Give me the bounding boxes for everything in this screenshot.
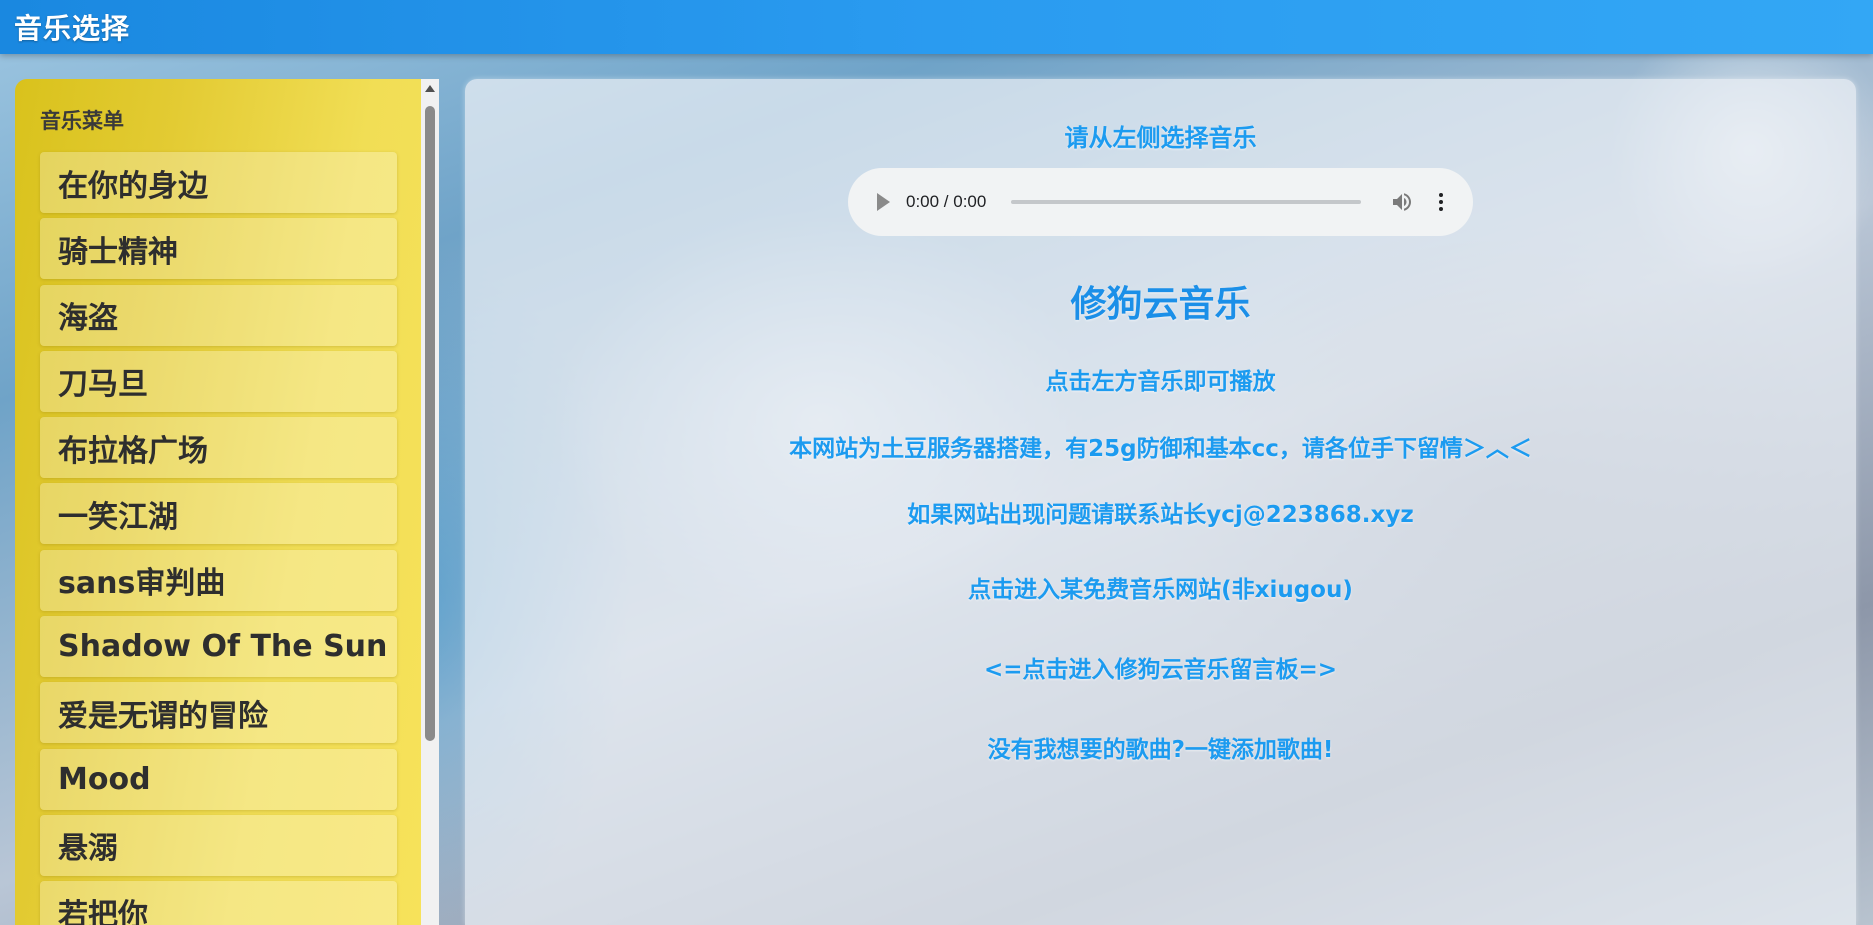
more-options-icon[interactable] xyxy=(1435,190,1447,214)
volume-icon[interactable] xyxy=(1390,190,1414,214)
playback-time: 0:00 / 0:00 xyxy=(906,192,987,211)
song-item[interactable]: 若把你 xyxy=(40,881,397,925)
song-item[interactable]: 一笑江湖 xyxy=(40,483,397,545)
song-item[interactable]: 布拉格广场 xyxy=(40,417,397,479)
free-music-link[interactable]: 点击进入某免费音乐网站(非xiugou) xyxy=(465,570,1856,604)
song-item[interactable]: 骑士精神 xyxy=(40,218,397,280)
song-item[interactable]: Shadow Of The Sun xyxy=(40,616,397,678)
song-item[interactable]: Mood xyxy=(40,748,397,810)
select-music-prompt: 请从左侧选择音乐 xyxy=(1064,124,1257,152)
add-song-link[interactable]: 没有我想要的歌曲?一键添加歌曲! xyxy=(465,730,1856,764)
server-notice-text: 本网站为土豆服务器搭建，有25g防御和基本cc，请各位手下留情＞︿＜ xyxy=(789,436,1532,462)
song-item[interactable]: sans审判曲 xyxy=(40,549,397,611)
song-item[interactable]: 悬溺 xyxy=(40,814,397,876)
site-brand-title: 修狗云音乐 xyxy=(1070,284,1251,325)
sidebar-scrollbar[interactable] xyxy=(421,79,439,925)
contact-text: 如果网站出现问题请联系站长ycj@223868.xyz xyxy=(907,502,1414,528)
song-item[interactable]: 刀马旦 xyxy=(40,350,397,412)
progress-track[interactable] xyxy=(1011,200,1361,204)
play-icon[interactable] xyxy=(877,193,890,211)
scrollbar-thumb[interactable] xyxy=(425,106,435,741)
top-header-bar: 音乐选择 xyxy=(0,0,1873,54)
play-hint-text: 点击左方音乐即可播放 xyxy=(1045,369,1276,395)
song-item[interactable]: 海盗 xyxy=(40,284,397,346)
music-menu-title: 音乐菜单 xyxy=(40,109,124,133)
page-title: 音乐选择 xyxy=(14,12,131,45)
message-board-link[interactable]: <=点击进入修狗云音乐留言板=> xyxy=(465,650,1856,684)
song-list: 在你的身边 骑士精神 海盗 刀马旦 布拉格广场 一笑江湖 sans审判曲 Sha… xyxy=(40,152,397,925)
scroll-up-arrow-icon[interactable] xyxy=(425,85,435,92)
music-menu-sidebar: 音乐菜单 在你的身边 骑士精神 海盗 刀马旦 布拉格广场 一笑江湖 sans审判… xyxy=(15,79,421,925)
main-panel: 请从左侧选择音乐 0:00 / 0:00 修狗云音乐 点击左方音乐即可播放 本网… xyxy=(465,79,1856,925)
audio-player[interactable]: 0:00 / 0:00 xyxy=(848,168,1473,236)
song-item[interactable]: 爱是无谓的冒险 xyxy=(40,682,397,744)
song-item[interactable]: 在你的身边 xyxy=(40,152,397,213)
